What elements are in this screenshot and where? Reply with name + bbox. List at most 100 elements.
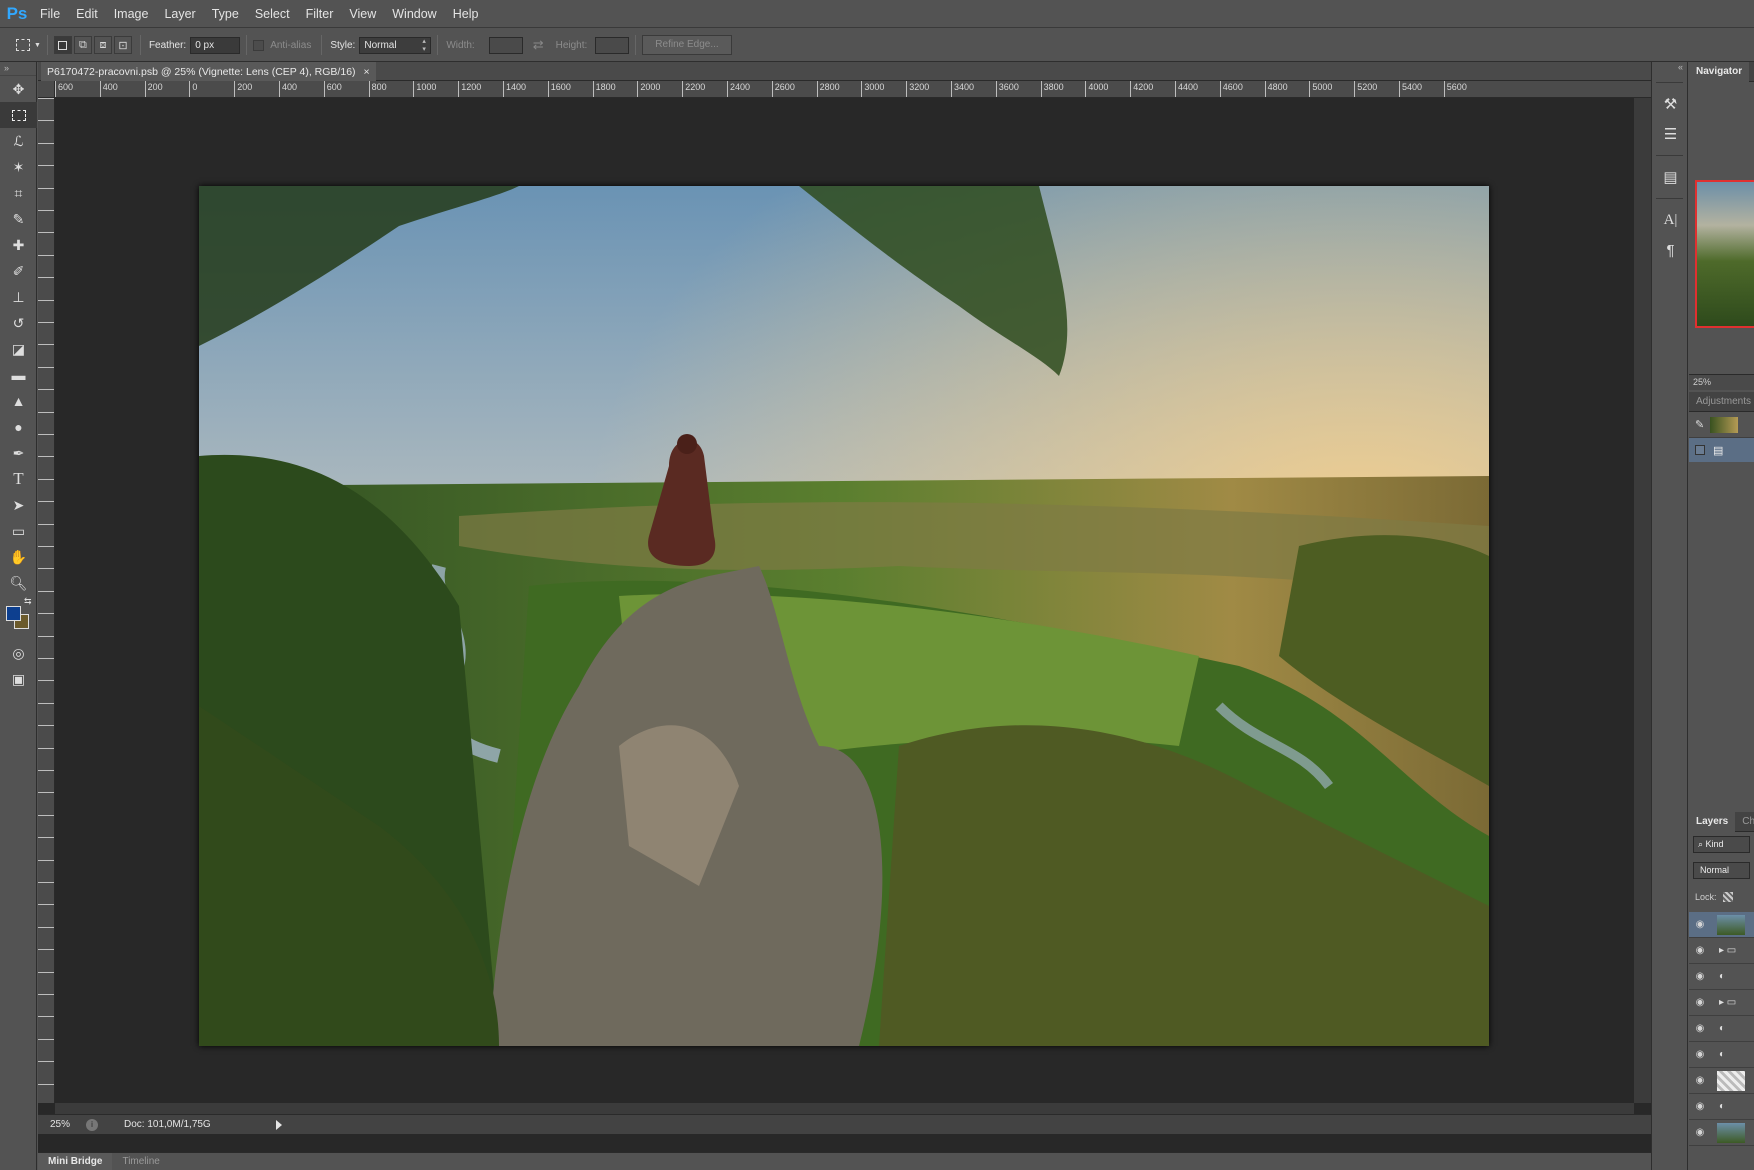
subtract-selection-button[interactable]: ⧈ (93, 36, 112, 54)
blur-tool-icon[interactable]: ▲ (0, 388, 37, 414)
layer-row[interactable]: ◉ (1689, 912, 1754, 938)
move-tool-icon[interactable]: ✥ (0, 76, 37, 102)
tab-channels[interactable]: Cha (1735, 812, 1754, 832)
marquee-tool-icon[interactable] (0, 102, 37, 128)
document-tab[interactable]: P6170472-pracovni.psb @ 25% (Vignette: L… (41, 62, 376, 81)
dock-collapse-icon[interactable]: « (1652, 62, 1687, 76)
quick-mask-icon[interactable]: ◎ (0, 640, 37, 666)
ruler-origin[interactable] (38, 81, 55, 98)
lasso-tool-icon[interactable]: ℒ (0, 128, 37, 154)
antialias-checkbox[interactable] (253, 39, 265, 51)
refine-edge-button[interactable]: Refine Edge... (642, 35, 732, 55)
menu-view[interactable]: View (341, 0, 384, 28)
add-to-selection-button[interactable]: ⧉ (73, 36, 92, 54)
path-selection-tool-icon[interactable]: ➤ (0, 492, 37, 518)
layer-row[interactable]: ◉ ◐ (1689, 964, 1754, 990)
menu-window[interactable]: Window (384, 0, 444, 28)
lock-transparent-icon[interactable] (1722, 892, 1733, 902)
gradient-tool-icon[interactable]: ▬ (0, 362, 37, 388)
ruler-tick-label: 800 (368, 81, 387, 97)
adjustment-layer-row[interactable]: ▤ (1689, 438, 1754, 462)
character-icon[interactable]: A| (1652, 205, 1689, 235)
eyedropper-tool-icon[interactable]: ✎ (0, 206, 37, 232)
eye-icon[interactable]: ◉ (1689, 1101, 1711, 1112)
swap-colors-icon[interactable]: ⇆ (24, 596, 32, 607)
menu-layer[interactable]: Layer (156, 0, 203, 28)
height-input[interactable] (595, 36, 630, 54)
menu-edit[interactable]: Edit (68, 0, 106, 28)
vertical-scrollbar[interactable] (1634, 98, 1651, 1103)
style-select[interactable]: Normal (359, 36, 432, 54)
menu-help[interactable]: Help (445, 0, 487, 28)
feather-input[interactable]: 0 px (190, 36, 241, 54)
magic-wand-tool-icon[interactable]: ✶ (0, 154, 37, 180)
menu-select[interactable]: Select (247, 0, 298, 28)
eye-icon[interactable]: ◉ (1689, 1049, 1711, 1060)
layer-row[interactable]: ◉ (1689, 1120, 1754, 1146)
horizontal-ruler[interactable]: 600 400 200 0 200 400 600 800 1000 1200 1400 1600 18… (55, 81, 1668, 98)
layer-comps-icon[interactable]: ▤ (1652, 162, 1689, 192)
intersect-selection-button[interactable]: ⊡ (113, 36, 132, 54)
navigator-thumbnail[interactable] (1695, 180, 1754, 328)
status-menu-arrow-icon[interactable] (276, 1119, 282, 1130)
kind-filter[interactable]: ⌕ Kind (1693, 836, 1750, 853)
width-input[interactable] (488, 36, 523, 54)
pen-tool-icon[interactable]: ✒ (0, 440, 37, 466)
menu-type[interactable]: Type (204, 0, 247, 28)
toolbox-collapse-icon[interactable]: » (0, 62, 36, 76)
navigator-zoom[interactable]: 25% (1693, 377, 1711, 387)
rectangle-tool-icon[interactable]: ▭ (0, 518, 37, 544)
new-selection-button[interactable] (53, 36, 72, 54)
close-icon[interactable]: × (364, 66, 370, 78)
swap-icon[interactable]: ⇄ (533, 37, 544, 53)
document-canvas[interactable] (199, 186, 1489, 1046)
crop-tool-icon[interactable]: ⌗ (0, 180, 37, 206)
paragraph-icon[interactable]: ¶ (1652, 235, 1689, 265)
dodge-tool-icon[interactable]: ● (0, 414, 37, 440)
layer-row[interactable]: ◉ (1689, 1068, 1754, 1094)
horizontal-scrollbar[interactable] (55, 1103, 1634, 1114)
tab-navigator[interactable]: Navigator (1689, 62, 1750, 82)
zoom-tool-icon[interactable]: 🔍︎ (0, 570, 37, 596)
screen-mode-icon[interactable]: ▣ (0, 666, 37, 692)
blend-mode-select[interactable]: Normal (1693, 862, 1750, 879)
adjustment-thumbnail[interactable] (1710, 416, 1739, 433)
layer-row[interactable]: ◉ ◐ (1689, 1094, 1754, 1120)
tab-mini-bridge[interactable]: Mini Bridge (38, 1152, 113, 1170)
foreground-color-swatch[interactable] (6, 606, 21, 621)
eye-icon[interactable]: ◉ (1689, 1023, 1711, 1034)
type-tool-icon[interactable]: T (0, 466, 37, 492)
proof-icon[interactable]: i (86, 1118, 98, 1131)
tab-adjustments[interactable]: Adjustments (1689, 392, 1754, 412)
brush-tool-icon[interactable]: ✐ (0, 258, 37, 284)
tool-preset-picker[interactable]: ▼ (16, 39, 41, 51)
history-brush-tool-icon[interactable]: ↺ (0, 310, 37, 336)
navigator-preview[interactable] (1689, 82, 1754, 382)
healing-brush-tool-icon[interactable]: ✚ (0, 232, 37, 258)
vertical-ruler[interactable] (38, 98, 55, 1103)
eye-icon[interactable]: ◉ (1689, 997, 1711, 1008)
tab-layers[interactable]: Layers (1689, 811, 1736, 832)
layer-row[interactable]: ◉ ◐ (1689, 1042, 1754, 1068)
hand-tool-icon[interactable]: ✋ (0, 544, 37, 570)
menu-file[interactable]: File (32, 0, 68, 28)
zoom-level[interactable]: 25% (38, 1119, 78, 1130)
eye-icon[interactable]: ◉ (1689, 1127, 1711, 1138)
tab-timeline[interactable]: Timeline (112, 1153, 169, 1170)
layer-group-row[interactable]: ◉ ▸ ▭ (1689, 938, 1754, 964)
tool-presets-icon[interactable]: ⚒ (1652, 89, 1689, 119)
adjustments-dock-icon[interactable]: ☰ (1652, 119, 1689, 149)
eye-icon[interactable]: ◉ (1689, 919, 1711, 930)
eraser-tool-icon[interactable]: ◪ (0, 336, 37, 362)
eye-icon[interactable]: ◉ (1689, 1075, 1711, 1086)
eye-icon[interactable]: ◉ (1689, 945, 1711, 956)
layer-group-row[interactable]: ◉ ▸ ▭ (1689, 990, 1754, 1016)
menu-image[interactable]: Image (106, 0, 157, 28)
brush-adjust-icon[interactable]: ✎ (1695, 418, 1704, 431)
clone-stamp-tool-icon[interactable]: ⊥ (0, 284, 37, 310)
eye-icon[interactable]: ◉ (1689, 971, 1711, 982)
menu-filter[interactable]: Filter (298, 0, 342, 28)
layer-row[interactable]: ◉ ◐ (1689, 1016, 1754, 1042)
ruler-tick (38, 120, 54, 126)
checkbox[interactable] (1695, 445, 1705, 455)
